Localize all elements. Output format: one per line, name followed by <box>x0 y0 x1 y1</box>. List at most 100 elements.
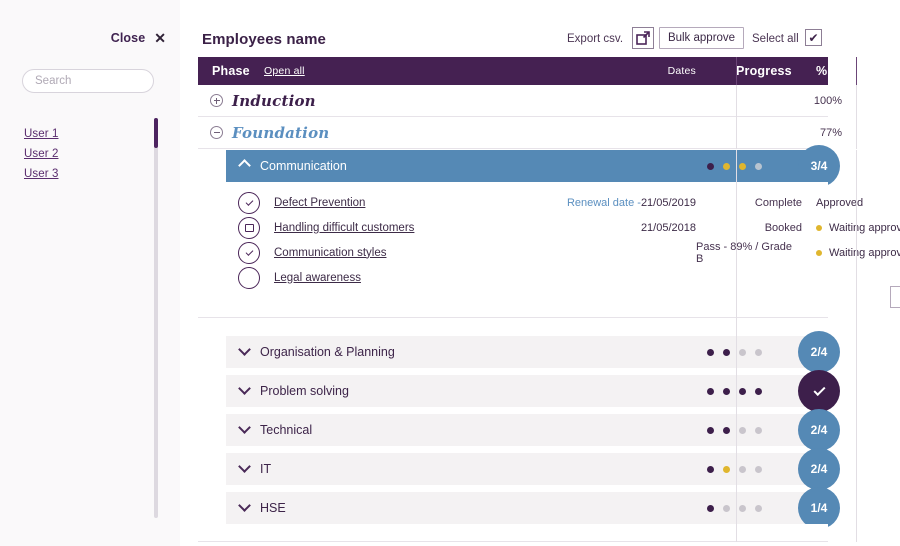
category-badge[interactable]: 3/4 <box>798 145 840 187</box>
category-row-problem-solving[interactable]: Problem solving <box>198 368 857 412</box>
category-row-organisation-planning[interactable]: Organisation & Planning 2/4 <box>198 318 857 373</box>
category-progress-dots <box>707 414 762 446</box>
progress-dot <box>739 162 746 170</box>
chevron-up-icon <box>238 159 251 172</box>
sidebar-user-link-2[interactable]: User 2 <box>24 148 58 160</box>
category-row-it[interactable]: IT 2/4 <box>198 446 857 490</box>
column-divider <box>856 318 857 368</box>
category-bar[interactable]: IT 2/4 <box>226 448 840 490</box>
course-row[interactable]: Communication styles <box>238 240 538 265</box>
course-progress: Booked <box>764 221 802 234</box>
phase-name: Induction <box>232 91 316 110</box>
column-divider <box>736 182 737 318</box>
collapse-minus-icon[interactable] <box>210 126 223 139</box>
course-date: 21/05/2018 <box>198 215 696 240</box>
category-label: IT <box>260 462 272 476</box>
category-progress-dots <box>707 492 762 524</box>
category-progress-dots <box>707 150 762 182</box>
column-divider <box>736 85 737 117</box>
category-label: Problem solving <box>260 384 349 398</box>
course-date-value: 21/05/2019 <box>640 196 696 209</box>
check-icon: ✔ <box>808 30 819 45</box>
category-row-communication[interactable]: Communication 3/4 <box>198 145 857 187</box>
sidebar-scrollbar-thumb[interactable] <box>154 118 158 148</box>
category-label: Organisation & Planning <box>260 345 395 359</box>
column-divider <box>736 368 737 407</box>
column-divider <box>856 150 857 182</box>
expand-plus-icon[interactable] <box>210 94 223 107</box>
bulk-approve-button[interactable]: Bulk approve <box>659 27 744 49</box>
toolbar: Employees name Export csv. Bulk approve … <box>180 0 900 57</box>
course-approval: Approved <box>816 190 900 215</box>
chevron-down-icon <box>238 499 251 512</box>
column-header-percent: % <box>816 64 828 78</box>
category-row-technical[interactable]: Technical 2/4 <box>198 407 857 451</box>
phase-row-foundation[interactable]: Foundation 77% <box>198 117 857 149</box>
column-divider <box>736 57 737 85</box>
category-row-hse[interactable]: HSE 1/4 <box>198 485 857 529</box>
progress-dot <box>723 348 730 356</box>
category-bar[interactable]: Organisation & Planning 2/4 <box>226 331 840 373</box>
course-row[interactable]: Legal awareness <box>238 265 538 290</box>
category-bar[interactable]: Technical 2/4 <box>226 409 840 451</box>
category-bar[interactable]: HSE 1/4 <box>226 487 840 529</box>
progress-dot <box>707 465 714 473</box>
column-divider <box>736 407 737 446</box>
column-divider <box>736 485 737 524</box>
category-progress-dots <box>707 375 762 407</box>
sidebar-user-link-1[interactable]: User 1 <box>24 128 58 140</box>
progress-dot <box>707 162 714 170</box>
column-divider <box>856 485 857 524</box>
progress-dot <box>755 348 762 356</box>
category-label: HSE <box>260 501 286 515</box>
approval-status-text: Waiting approval <box>829 221 900 234</box>
external-link-icon[interactable] <box>632 27 654 49</box>
column-header-dates: Dates <box>667 65 696 77</box>
app-root: Close ✕ User 1 User 2 User 3 Employees n… <box>0 0 900 546</box>
progress-dot <box>739 465 746 473</box>
course-approval: Waiting approval <box>816 215 900 240</box>
sidebar-scrollbar-track[interactable] <box>154 118 158 518</box>
phases-table: Phase Open all Dates Progress % Approval… <box>198 57 900 542</box>
progress-dot <box>723 162 730 170</box>
category-label: Communication <box>260 159 347 173</box>
main-panel: Employees name Export csv. Bulk approve … <box>180 0 900 546</box>
select-all-checkbox[interactable]: ✔ <box>805 29 822 46</box>
category-bar[interactable]: Communication 3/4 <box>226 145 840 187</box>
export-csv-label[interactable]: Export csv. <box>567 33 623 45</box>
page-title: Employees name <box>202 31 326 48</box>
column-divider <box>856 182 857 318</box>
chevron-down-icon <box>238 382 251 395</box>
category-badge-complete[interactable] <box>798 370 840 412</box>
table-footer-spacer <box>198 524 857 542</box>
course-link[interactable]: Legal awareness <box>274 272 361 284</box>
approve-button[interactable]: Approve <box>890 286 900 308</box>
progress-dot <box>707 387 714 395</box>
column-header-progress: Progress <box>736 64 792 78</box>
sidebar-user-link-3[interactable]: User 3 <box>24 168 58 180</box>
progress-dot <box>723 426 730 434</box>
phase-label-group: Induction <box>210 85 316 116</box>
course-approval: Waiting approval <box>816 240 900 265</box>
progress-dot <box>723 465 730 473</box>
category-badge[interactable]: 2/4 <box>798 331 840 373</box>
column-divider <box>856 446 857 485</box>
category-badge[interactable]: 2/4 <box>798 448 840 490</box>
progress-dot <box>707 426 714 434</box>
phase-percent: 77% <box>819 126 842 139</box>
phase-row-induction[interactable]: Induction 100% Achieved <box>198 85 857 117</box>
category-badge[interactable]: 1/4 <box>798 487 840 529</box>
course-progress: Pass - 89% / Grade B <box>696 240 792 265</box>
close-button[interactable]: Close ✕ <box>111 31 166 45</box>
select-all-label[interactable]: Select all <box>752 33 799 45</box>
progress-dot <box>755 426 762 434</box>
column-divider <box>736 524 737 542</box>
search-input[interactable] <box>22 69 154 93</box>
course-detail-block: Defect Prevention Handling difficult cus… <box>198 182 900 318</box>
status-dot-icon <box>816 224 822 231</box>
chevron-down-icon <box>238 421 251 434</box>
course-link[interactable]: Communication styles <box>274 247 386 259</box>
category-bar[interactable]: Problem solving <box>226 370 840 412</box>
category-badge[interactable]: 2/4 <box>798 409 840 451</box>
column-divider <box>856 57 857 85</box>
